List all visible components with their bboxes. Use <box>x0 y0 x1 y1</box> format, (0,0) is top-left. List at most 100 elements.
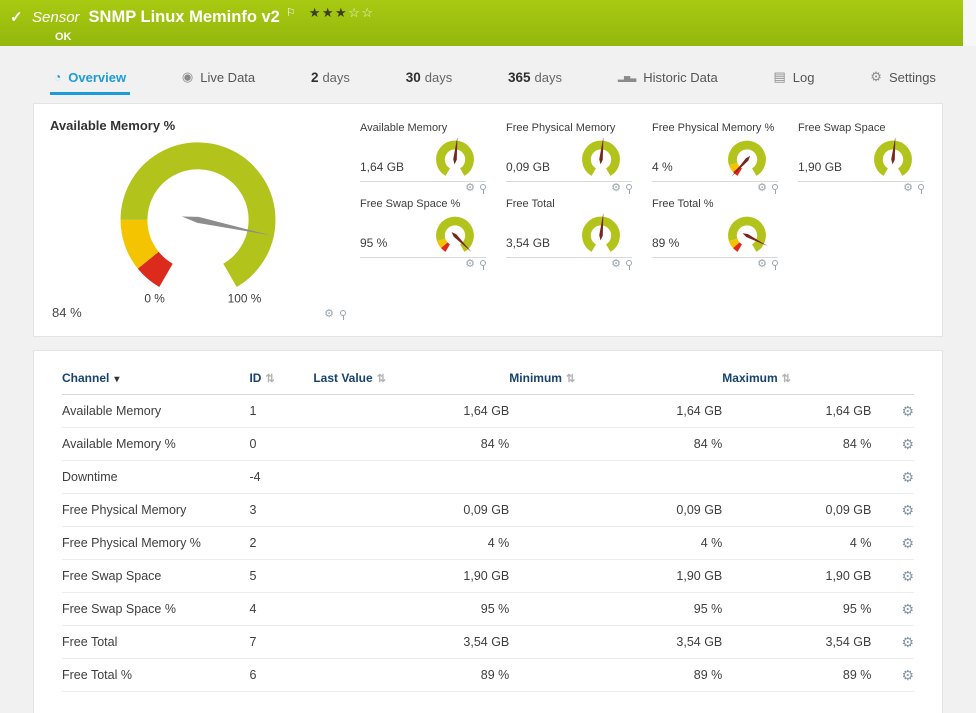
gauge-value: 89 % <box>652 236 680 250</box>
tab-overview[interactable]: ◔ Overview <box>50 61 131 95</box>
column-header-id[interactable]: ID ⇅ <box>249 355 314 395</box>
channel-last-value: 89 % <box>313 658 510 692</box>
channel-maximum: 4 % <box>722 526 872 560</box>
sort-icon: ⇅ <box>781 373 791 385</box>
channel-name[interactable]: Free Swap Space <box>62 559 250 593</box>
rating-stars[interactable]: ★★★☆☆ <box>309 5 375 21</box>
gauge-settings-gear-icon[interactable]: ⚙ <box>757 183 767 194</box>
gauge-pin-icon[interactable] <box>480 183 486 194</box>
channel-settings-icon[interactable]: ⚙ <box>901 634 914 650</box>
tab-historic-data[interactable]: ▂▅▃ Historic Data <box>614 61 722 93</box>
gauge-pin-icon[interactable] <box>480 259 486 270</box>
column-label: ID <box>249 371 262 385</box>
gauges-panel: Available Memory % 0 % 100 % 84 % ⚙ Avail… <box>33 103 943 337</box>
channel-name[interactable]: Available Memory <box>62 394 250 428</box>
channel-maximum: 1,90 GB <box>722 559 872 593</box>
star-empty-icon[interactable]: ☆ <box>361 5 374 20</box>
channels-panel: Channel ▾ ID ⇅ Last Value ⇅ Minimum ⇅ Maximum ⇅ A… <box>33 350 943 713</box>
column-header-last-value[interactable]: Last Value ⇅ <box>313 355 510 395</box>
channel-name[interactable]: Free Total <box>62 625 250 659</box>
gauge-icon: ◔ <box>54 70 62 84</box>
star-filled-icon[interactable]: ★ <box>322 5 335 20</box>
prtg-sensor-page: ✓ Sensor SNMP Linux Meminfo v2 ⚐ ★★★☆☆ O… <box>0 0 976 713</box>
gauge-settings-gear-icon[interactable]: ⚙ <box>903 183 913 194</box>
gauge-pin-icon[interactable] <box>772 259 778 270</box>
small-gauge-free-swap-space: Free Swap Space 1,90 GB ⚙ <box>798 122 924 195</box>
tab-number: 365 <box>508 69 531 85</box>
channel-settings-icon[interactable]: ⚙ <box>901 403 914 419</box>
gauge-settings-gear-icon[interactable]: ⚙ <box>611 259 621 270</box>
channel-settings-icon[interactable]: ⚙ <box>901 469 914 485</box>
channel-minimum: 3,54 GB <box>509 625 723 659</box>
small-gauge-free-total: Free Total 3,54 GB ⚙ <box>506 198 632 271</box>
channel-settings-icon[interactable]: ⚙ <box>901 667 914 683</box>
gauge-settings-gear-icon[interactable]: ⚙ <box>757 259 767 270</box>
channel-actions-cell: ⚙ <box>871 493 914 527</box>
column-header-maximum[interactable]: Maximum ⇅ <box>722 355 872 395</box>
tab-30-days[interactable]: 30 days <box>402 61 457 93</box>
gauge-actions: ⚙ <box>506 258 632 271</box>
channel-name[interactable]: Free Physical Memory <box>62 493 250 527</box>
scrollbar-track[interactable] <box>963 0 976 46</box>
gauge-settings-gear-icon[interactable]: ⚙ <box>465 183 475 194</box>
channel-actions-cell: ⚙ <box>871 592 914 626</box>
gauge-pin-icon[interactable] <box>626 183 632 194</box>
sort-desc-icon: ▾ <box>114 374 120 385</box>
gauge-settings-gear-icon[interactable]: ⚙ <box>465 259 475 270</box>
channel-actions-cell: ⚙ <box>871 460 914 494</box>
tab-log[interactable]: ▤ Log <box>770 61 819 93</box>
main-gauge-value: 84 % <box>52 305 82 320</box>
channel-name[interactable]: Available Memory % <box>62 427 250 461</box>
tab-settings[interactable]: ⚙ Settings <box>866 61 940 93</box>
channel-maximum: 1,64 GB <box>722 394 872 428</box>
gauge-pin-icon[interactable] <box>918 183 924 194</box>
gauge-settings-gear-icon[interactable]: ⚙ <box>324 309 334 320</box>
channel-id: -4 <box>249 460 314 494</box>
gauge-dial <box>716 138 778 181</box>
channel-settings-icon[interactable]: ⚙ <box>901 601 914 617</box>
gauge-actions: ⚙ <box>798 182 924 195</box>
status-ok-check-icon: ✓ <box>10 9 23 26</box>
channel-actions-cell: ⚙ <box>871 526 914 560</box>
channel-maximum: 95 % <box>722 592 872 626</box>
tab-label: Overview <box>68 69 127 85</box>
small-gauges-grid: Available Memory 1,64 GB ⚙ Free Physical Me… <box>348 114 928 326</box>
column-header-minimum[interactable]: Minimum ⇅ <box>509 355 723 395</box>
tab-365-days[interactable]: 365 days <box>504 61 566 93</box>
column-header-channel[interactable]: Channel ▾ <box>62 355 250 395</box>
small-gauge-free-physical-memory: Free Physical Memory 0,09 GB ⚙ <box>506 122 632 195</box>
gauge-body: 1,90 GB <box>798 137 924 181</box>
gauge-settings-gear-icon[interactable]: ⚙ <box>611 183 621 194</box>
channel-settings-icon[interactable]: ⚙ <box>901 502 914 518</box>
main-gauge: Available Memory % 0 % 100 % 84 % ⚙ <box>48 114 348 326</box>
channel-minimum: 95 % <box>509 592 723 626</box>
tab-live-data[interactable]: ◉ Live Data <box>178 61 259 93</box>
tab-number: 2 <box>310 69 319 85</box>
gauge-body: 4 % <box>652 137 778 181</box>
gauge-pin-icon[interactable] <box>772 183 778 194</box>
channel-id: 4 <box>249 592 314 626</box>
gauge-value: 1,90 GB <box>798 160 843 174</box>
channel-name[interactable]: Free Swap Space % <box>62 592 250 626</box>
star-filled-icon[interactable]: ★ <box>335 5 348 20</box>
channel-settings-icon[interactable]: ⚙ <box>901 436 914 452</box>
channel-row-free-total: Free Total % 6 89 % 89 % 89 % ⚙ <box>62 658 914 692</box>
star-empty-icon[interactable]: ☆ <box>348 5 361 20</box>
channel-last-value: 3,54 GB <box>313 625 510 659</box>
priority-flag-icon[interactable]: ⚐ <box>286 6 296 19</box>
tab-2-days[interactable]: 2 days <box>307 61 354 93</box>
channel-settings-icon[interactable]: ⚙ <box>901 568 914 584</box>
channel-settings-icon[interactable]: ⚙ <box>901 535 914 551</box>
tab-label: days <box>534 69 563 85</box>
channel-row-free-swap-space: Free Swap Space % 4 95 % 95 % 95 % ⚙ <box>62 592 914 626</box>
channel-name[interactable]: Free Total % <box>62 658 250 692</box>
channel-name[interactable]: Downtime <box>62 460 250 494</box>
chart-icon: ▂▅▃ <box>617 72 637 82</box>
channel-last-value: 95 % <box>313 592 510 626</box>
star-filled-icon[interactable]: ★ <box>309 5 322 20</box>
channel-name[interactable]: Free Physical Memory % <box>62 526 250 560</box>
channel-minimum: 4 % <box>509 526 723 560</box>
channel-minimum <box>509 460 723 494</box>
gauge-pin-icon[interactable] <box>340 309 346 320</box>
gauge-pin-icon[interactable] <box>626 259 632 270</box>
